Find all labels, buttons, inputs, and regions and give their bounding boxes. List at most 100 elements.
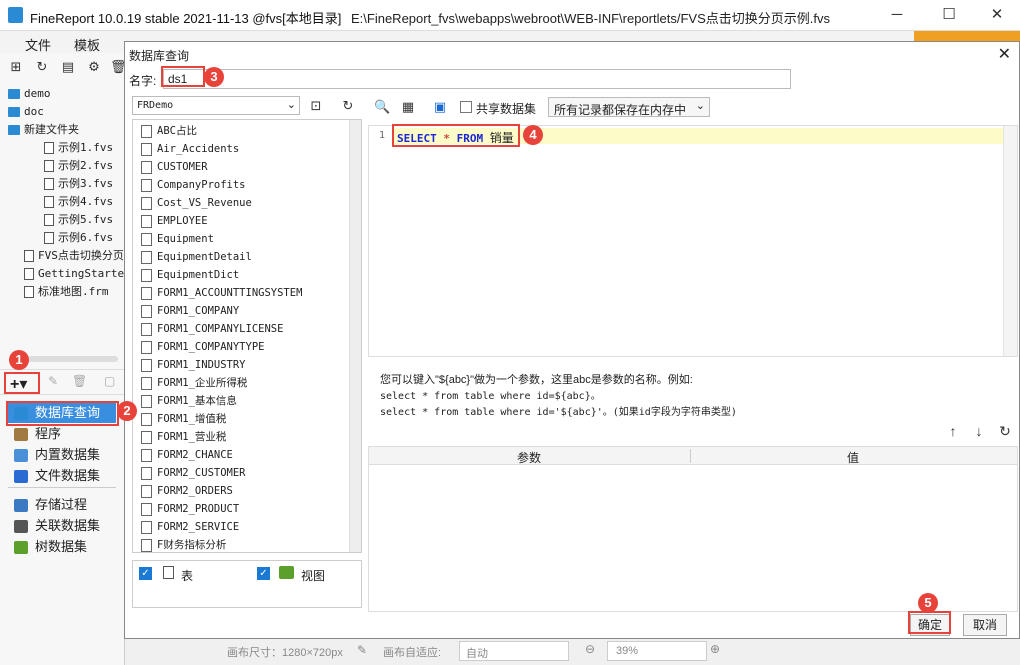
preview-query-icon[interactable]: 🔍 xyxy=(374,99,390,115)
tree-item[interactable]: FVS点击切换分页 xyxy=(24,247,124,265)
dataset-menu-item[interactable]: 文件数据集 xyxy=(14,466,100,486)
close-window-button[interactable]: ✕ xyxy=(980,4,1014,26)
zoom-select[interactable]: 39% xyxy=(607,641,707,661)
table-list-item[interactable]: CompanyProfits xyxy=(141,176,246,194)
connection-value: FRDemo xyxy=(137,100,174,111)
table-name: Equipment xyxy=(157,233,214,245)
table-list-item[interactable]: FORM1_营业税 xyxy=(141,428,226,446)
table-name: FORM2_PRODUCT xyxy=(157,503,240,515)
table-name: EquipmentDetail xyxy=(157,251,252,263)
table-icon xyxy=(141,376,152,390)
table-list-item[interactable]: FORM2_ORDERS xyxy=(141,482,233,500)
delete-dataset-icon[interactable]: 🗑 xyxy=(72,374,87,388)
share-label: 共享数据集 xyxy=(476,102,537,116)
settings-icon[interactable]: ⚙ xyxy=(86,59,102,75)
zoom-in-icon[interactable]: ⊕ xyxy=(710,642,720,656)
table-list-item[interactable]: FORM2_CUSTOMER xyxy=(141,464,246,482)
table-name: FORM2_CHANCE xyxy=(157,449,233,461)
tree-item[interactable]: 示例3.fvs xyxy=(44,175,113,193)
table-list-item[interactable]: F财务指标分析 xyxy=(141,536,226,552)
database-query-dialog: 数据库查询 ✕ 名字: ds1 FRDemo ⌄ ⊡ ↻ ABC占比 Air_Ac… xyxy=(124,41,1020,639)
table-list-item[interactable]: FORM1_基本信息 xyxy=(141,392,237,410)
table-list-item[interactable]: CUSTOMER xyxy=(141,158,208,176)
table-list-item[interactable]: FORM1_ACCOUNTTINGSYSTEM xyxy=(141,284,302,302)
dialog-close-icon[interactable]: ✕ xyxy=(998,44,1011,64)
tree-item[interactable]: 示例1.fvs xyxy=(44,139,113,157)
tree-item[interactable]: demo xyxy=(8,85,51,103)
preview-icon[interactable]: ▢ xyxy=(104,374,115,388)
table-list-item[interactable]: Air_Accidents xyxy=(141,140,239,158)
dataset-menu-item[interactable]: 程序 xyxy=(14,424,61,444)
tree-item[interactable]: 示例5.fvs xyxy=(44,211,113,229)
memory-value: 所有记录都保存在内存中 xyxy=(554,103,687,117)
annotation-box-ok xyxy=(908,611,951,634)
table-list-item[interactable]: FORM1_INDUSTRY xyxy=(141,356,246,374)
tree-item[interactable]: 标准地图.frm xyxy=(24,283,109,301)
minimize-button[interactable]: ─ xyxy=(880,4,914,26)
table-checkbox[interactable]: ✓ xyxy=(139,567,152,580)
move-down-icon[interactable]: ↓ xyxy=(971,423,987,439)
table-list-item[interactable]: Cost_VS_Revenue xyxy=(141,194,252,212)
param-hint-block: 您可以键入"${abc}"做为一个参数，这里abc是参数的名称。例如: sele… xyxy=(368,362,1018,442)
table-list-item[interactable]: FORM2_PRODUCT xyxy=(141,500,239,518)
dataset-menu-item[interactable]: 内置数据集 xyxy=(14,445,100,465)
refresh-tables-icon[interactable]: ↻ xyxy=(340,98,356,114)
table-list-item[interactable]: FORM2_CHANCE xyxy=(141,446,233,464)
query-tool-icon[interactable]: ▣ xyxy=(432,99,448,115)
table-icon xyxy=(141,232,152,246)
table-icon xyxy=(141,358,152,372)
table-icon xyxy=(141,304,152,318)
table-name: FORM1_COMPANYTYPE xyxy=(157,341,265,353)
tree-item[interactable]: doc xyxy=(8,103,44,121)
table-list-item[interactable]: EquipmentDetail xyxy=(141,248,252,266)
tree-item[interactable]: 示例6.fvs xyxy=(44,229,113,247)
share-checkbox[interactable] xyxy=(460,101,472,113)
table-list-item[interactable]: FORM1_COMPANY xyxy=(141,302,239,320)
refresh-params-icon[interactable]: ↻ xyxy=(997,423,1013,439)
table-list-item[interactable]: FORM1_COMPANYTYPE xyxy=(141,338,264,356)
table-name: Air_Accidents xyxy=(157,143,240,155)
table-list-item[interactable]: Equipment xyxy=(141,230,214,248)
new-folder-icon[interactable]: ⊞ xyxy=(8,59,24,75)
table-list-item[interactable]: EquipmentDict xyxy=(141,266,239,284)
dataset-menu-item[interactable]: 关联数据集 xyxy=(14,516,100,536)
view-checkbox[interactable]: ✓ xyxy=(257,567,270,580)
connection-settings-icon[interactable]: ⊡ xyxy=(308,98,324,114)
cancel-button[interactable]: 取消 xyxy=(963,614,1007,636)
table-list-scrollbar[interactable] xyxy=(349,120,361,552)
editor-scrollbar[interactable] xyxy=(1003,126,1017,356)
table-icon xyxy=(141,430,152,444)
tree-item[interactable]: 新建文件夹 xyxy=(8,121,79,139)
table-icon xyxy=(141,394,152,408)
table-list-item[interactable]: FORM1_企业所得税 xyxy=(141,374,247,392)
connection-select[interactable]: FRDemo ⌄ xyxy=(132,96,300,115)
memory-select[interactable]: 所有记录都保存在内存中 ⌄ xyxy=(548,97,710,117)
save-query-icon[interactable]: ▦ xyxy=(400,99,416,115)
dataset-menu-item[interactable]: 存储过程 xyxy=(14,495,87,515)
sql-editor[interactable]: 1 SELECT * FROM 销量 xyxy=(368,125,1018,357)
tree-item[interactable]: 示例2.fvs xyxy=(44,157,113,175)
menu-template[interactable]: 模板 xyxy=(74,35,100,54)
tree-item[interactable]: GettingStarted xyxy=(24,265,131,283)
name-input[interactable]: ds1 xyxy=(163,69,791,89)
move-up-icon[interactable]: ↑ xyxy=(945,423,961,439)
tree-item[interactable]: 示例4.fvs xyxy=(44,193,113,211)
table-list-item[interactable]: EMPLOYEE xyxy=(141,212,208,230)
maximize-button[interactable]: ☐ xyxy=(932,4,966,26)
adapt-select[interactable]: 自动 xyxy=(459,641,569,661)
table-list-item[interactable]: FORM2_SERVICE xyxy=(141,518,239,536)
zoom-out-icon[interactable]: ⊖ xyxy=(585,642,595,656)
table-list-item[interactable]: FORM1_增值税 xyxy=(141,410,226,428)
refresh-icon[interactable]: ↻ xyxy=(34,59,50,75)
file-icon xyxy=(44,196,54,208)
hint-line-1: 您可以键入"${abc}"做为一个参数，这里abc是参数的名称。例如: xyxy=(380,374,693,386)
table-name: Cost_VS_Revenue xyxy=(157,197,252,209)
table-list-item[interactable]: FORM1_COMPANYLICENSE xyxy=(141,320,283,338)
table-list-item[interactable]: ABC占比 xyxy=(141,122,197,140)
file-icon xyxy=(44,142,54,154)
edit-icon[interactable]: ✎ xyxy=(48,374,58,388)
edit-canvas-icon[interactable]: ✎ xyxy=(357,643,367,657)
menu-file[interactable]: 文件 xyxy=(25,35,51,54)
dataset-menu-item[interactable]: 树数据集 xyxy=(14,537,87,557)
grid-icon[interactable]: ▤ xyxy=(60,59,76,75)
